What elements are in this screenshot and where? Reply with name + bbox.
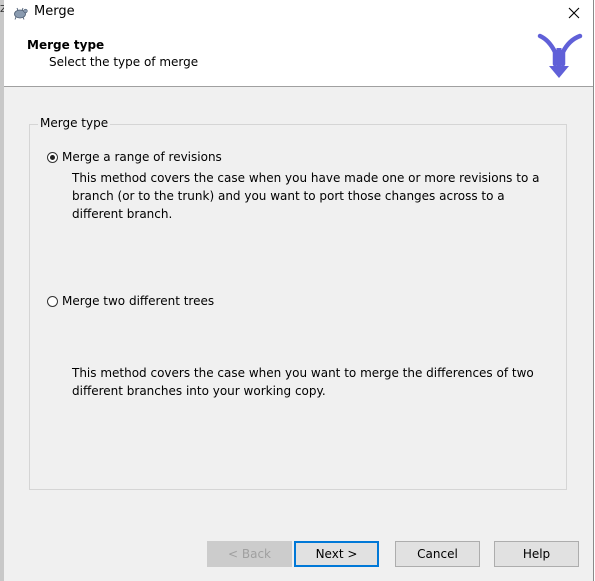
- cancel-button[interactable]: Cancel: [395, 541, 480, 567]
- merge-range-description: This method covers the case when you hav…: [72, 171, 540, 221]
- window-title: Merge: [34, 4, 75, 19]
- help-button[interactable]: Help: [494, 541, 579, 567]
- merge-type-groupbox: Merge type Merge a range of revisions Th…: [29, 116, 567, 490]
- wizard-body: Merge type Merge a range of revisions Th…: [4, 87, 593, 581]
- next-button[interactable]: Next >: [294, 541, 379, 567]
- merge-range-radio[interactable]: [47, 151, 58, 163]
- close-button[interactable]: [559, 0, 589, 26]
- option-merge-trees[interactable]: Merge two different trees: [47, 294, 214, 308]
- merge-logo-icon: [537, 33, 583, 78]
- page-title: Merge type: [27, 38, 105, 52]
- tortoise-app-icon: [14, 7, 28, 20]
- wizard-header: Merge type Select the type of merge: [4, 26, 593, 87]
- merge-trees-label: Merge two different trees: [62, 294, 215, 308]
- merge-trees-description: This method covers the case when you wan…: [72, 366, 534, 398]
- merge-dialog: Merge Merge type Select the type of merg…: [4, 0, 594, 581]
- groupbox-label: Merge type: [38, 116, 111, 130]
- close-icon: [568, 7, 580, 19]
- back-button[interactable]: < Back: [207, 541, 292, 567]
- merge-trees-radio[interactable]: [47, 295, 58, 307]
- merge-range-label: Merge a range of revisions: [62, 150, 222, 164]
- page-subtitle: Select the type of merge: [49, 55, 199, 69]
- option-merge-range[interactable]: Merge a range of revisions: [47, 150, 222, 164]
- title-bar: Merge: [4, 0, 593, 26]
